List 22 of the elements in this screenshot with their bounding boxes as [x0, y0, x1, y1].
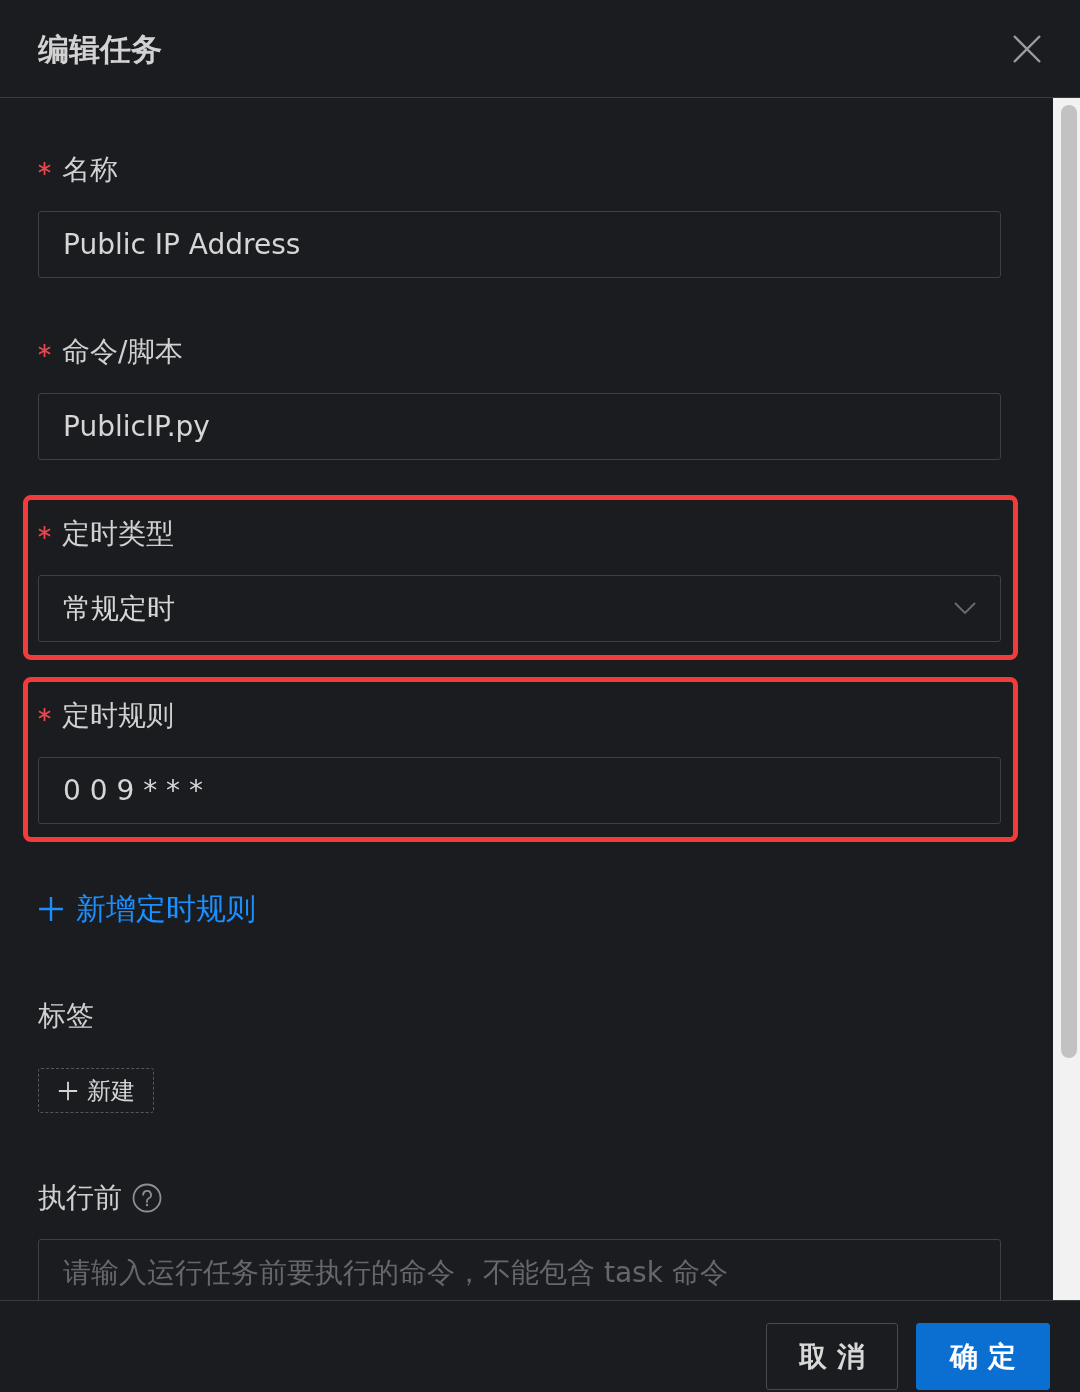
scrollbar-thumb[interactable] [1061, 105, 1077, 1058]
field-label: 标签 [38, 998, 94, 1034]
plus-icon [57, 1080, 78, 1101]
field-label: 名称 [62, 152, 118, 188]
chevron-down-icon [954, 602, 976, 615]
select-dropdown[interactable]: 常规定时 [38, 575, 1001, 642]
field-label: 命令/脚本 [62, 334, 184, 370]
text-input[interactable]: 0 0 9 * * * [38, 757, 1001, 824]
help-icon[interactable] [132, 1183, 162, 1213]
new-tag-button[interactable]: 新建 [38, 1068, 154, 1113]
text-input[interactable]: Public IP Address [38, 211, 1001, 278]
dialog-title: 编辑任务 [38, 29, 162, 69]
field-label: 执行前 [38, 1180, 122, 1216]
field-label: 定时规则 [62, 698, 174, 734]
text-input[interactable]: PublicIP.py [38, 393, 1001, 460]
close-button[interactable] [1012, 33, 1042, 64]
close-icon [1012, 33, 1042, 64]
cancel-button[interactable]: 取 消 [766, 1323, 898, 1390]
confirm-button[interactable]: 确 定 [916, 1323, 1050, 1390]
plus-icon [38, 896, 64, 922]
field-label: 定时类型 [62, 516, 174, 552]
add-rule-link[interactable]: 新增定时规则 [38, 889, 256, 929]
